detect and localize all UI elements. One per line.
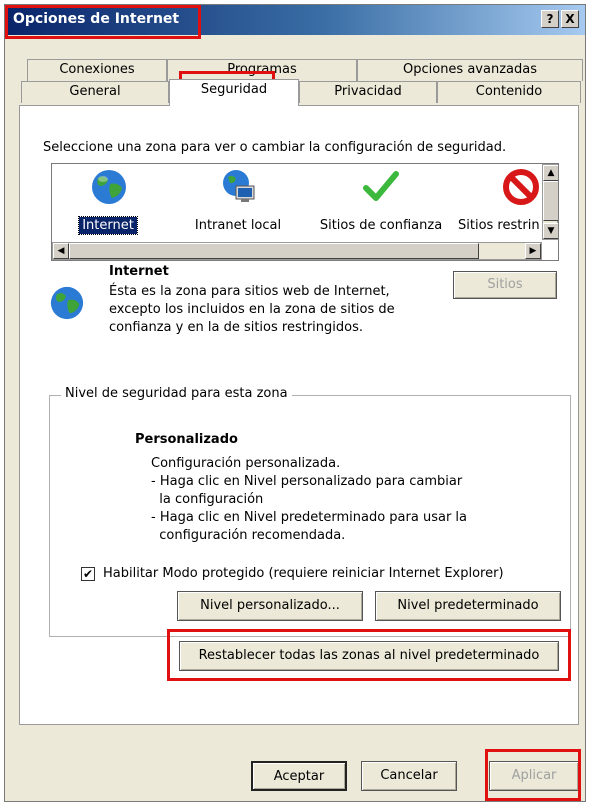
level-line-3: la configuración xyxy=(151,492,264,507)
sites-button[interactable]: Sitios xyxy=(453,271,557,299)
zone-horizontal-scrollbar[interactable]: ◀ ▶ xyxy=(52,242,542,260)
scroll-right-icon[interactable]: ▶ xyxy=(525,243,541,259)
close-button[interactable]: X xyxy=(561,10,579,28)
level-line-1: Configuración personalizada. xyxy=(151,456,341,471)
highlight-reset-button xyxy=(167,629,571,681)
custom-level-button[interactable]: Nivel personalizado... xyxy=(177,591,363,621)
zone-trusted-label: Sitios de confianza xyxy=(319,218,443,233)
tab-opciones-avanzadas[interactable]: Opciones avanzadas xyxy=(357,59,583,81)
default-level-button[interactable]: Nivel predeterminado xyxy=(375,591,561,621)
zone-intranet-local[interactable]: Intranet local xyxy=(178,166,298,240)
zone-desc-line-1: Ésta es la zona para sitios web de Inter… xyxy=(109,284,390,299)
protected-mode-checkbox[interactable]: ✔ xyxy=(81,567,95,581)
zone-desc-line-2: excepto los incluidos en la zona de siti… xyxy=(109,302,395,317)
level-line-5: configuración recomendada. xyxy=(151,528,346,543)
tab-general[interactable]: General xyxy=(21,81,169,103)
zone-sitios-confianza[interactable]: Sitios de confianza xyxy=(314,166,448,240)
highlight-apply-button xyxy=(485,749,581,801)
zone-name: Internet xyxy=(109,264,169,279)
scroll-down-icon[interactable]: ▼ xyxy=(543,223,558,239)
zone-restricted-label: Sitios restrin xyxy=(458,218,540,233)
help-button[interactable]: ? xyxy=(541,10,559,28)
level-line-4: - Haga clic en Nivel predeterminado para… xyxy=(151,510,467,525)
ok-button[interactable]: Aceptar xyxy=(251,761,347,791)
checkmark-icon xyxy=(363,171,399,201)
globe-icon xyxy=(50,286,84,320)
zone-sitios-restringidos[interactable]: Sitios restrin xyxy=(452,166,542,240)
zone-vertical-scrollbar[interactable]: ▲ ▼ xyxy=(542,164,558,240)
scroll-left-icon[interactable]: ◀ xyxy=(53,243,69,259)
security-level-group-label: Nivel de seguridad para esta zona xyxy=(61,386,292,401)
zone-intranet-label: Intranet local xyxy=(194,218,282,233)
zone-instruction: Seleccione una zona para ver o cambiar l… xyxy=(43,140,507,155)
scroll-h-thumb[interactable] xyxy=(69,243,479,259)
level-heading: Personalizado xyxy=(135,432,238,447)
scroll-up-icon[interactable]: ▲ xyxy=(543,165,558,181)
tab-seguridad[interactable]: Seguridad xyxy=(169,79,299,106)
zone-internet-label: Internet xyxy=(78,216,138,235)
tab-privacidad[interactable]: Privacidad xyxy=(299,81,437,103)
highlight-title xyxy=(5,5,201,39)
protected-mode-label[interactable]: Habilitar Modo protegido (requiere reini… xyxy=(103,565,504,583)
tab-contenido[interactable]: Contenido xyxy=(437,81,581,103)
level-line-2: - Haga clic en Nivel personalizado para … xyxy=(151,474,463,489)
globe-monitor-icon xyxy=(223,170,255,202)
dialog-window: Opciones de Internet ? X Conexiones Prog… xyxy=(4,4,586,802)
cancel-button[interactable]: Cancelar xyxy=(361,761,457,791)
zone-desc-line-3: confianza y en la de sitios restringidos… xyxy=(109,320,363,335)
scroll-thumb[interactable] xyxy=(543,181,558,221)
globe-icon xyxy=(92,170,126,204)
zone-list[interactable]: Internet Intranet local Sitios de confia… xyxy=(51,163,559,261)
zone-internet[interactable]: Internet xyxy=(52,166,168,240)
tab-conexiones[interactable]: Conexiones xyxy=(27,59,167,81)
no-entry-icon xyxy=(503,169,539,205)
